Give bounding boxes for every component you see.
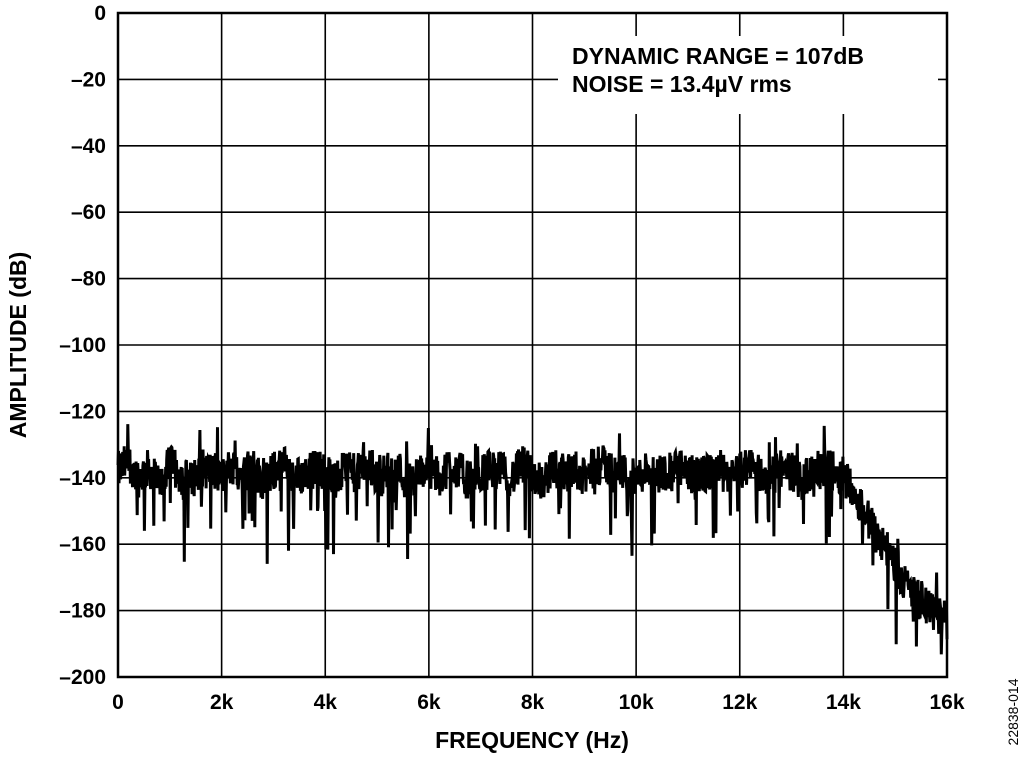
x-tick-label: 12k (722, 691, 757, 714)
x-tick-label: 10k (619, 691, 654, 714)
annotation-box: DYNAMIC RANGE = 107dB NOISE = 13.4µV rms (558, 36, 938, 114)
figure-id: 22838-014 (1005, 678, 1021, 745)
y-tick-label: 0 (94, 2, 106, 25)
y-axis-title: AMPLITUDE (dB) (5, 252, 31, 439)
y-tick-labels: 0 –20 –40 –60 –80 –100 –120 –140 –160 –180 –200 (59, 2, 106, 689)
x-axis-title: FREQUENCY (Hz) (435, 727, 629, 753)
y-tick-label: –180 (59, 600, 106, 623)
y-tick-label: –120 (59, 400, 106, 423)
x-tick-label: 4k (314, 691, 338, 714)
x-tick-labels: 0 2k 4k 6k 8k 10k 12k 14k 16k (112, 691, 965, 714)
y-tick-label: –60 (71, 201, 106, 224)
y-tick-label: –80 (71, 268, 106, 291)
x-tick-label: 0 (112, 691, 124, 714)
annotation-dynamic-range: DYNAMIC RANGE = 107dB (572, 43, 864, 69)
x-tick-label: 6k (417, 691, 441, 714)
y-tick-label: –140 (59, 467, 106, 490)
x-tick-label: 2k (210, 691, 234, 714)
y-tick-label: –200 (59, 666, 106, 689)
y-tick-label: –40 (71, 135, 106, 158)
annotation-noise: NOISE = 13.4µV rms (572, 71, 792, 97)
y-tick-label: –20 (71, 68, 106, 91)
x-tick-label: 16k (929, 691, 964, 714)
x-tick-label: 14k (826, 691, 861, 714)
x-tick-label: 8k (521, 691, 545, 714)
spectrum-chart: DYNAMIC RANGE = 107dB NOISE = 13.4µV rms… (5, 2, 1021, 753)
y-tick-label: –100 (59, 334, 106, 357)
y-tick-label: –160 (59, 533, 106, 556)
